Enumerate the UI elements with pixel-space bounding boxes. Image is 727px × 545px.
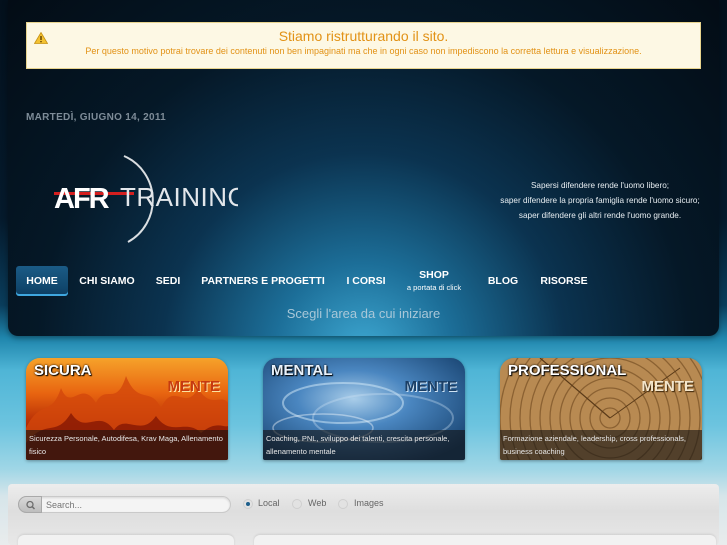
motto: Sapersi difendere rende l'uomo libero; s… (490, 178, 710, 223)
card-title: MENTAL (271, 362, 333, 379)
nav-sedi[interactable]: SEDI (150, 266, 186, 296)
nav-risorse[interactable]: RISORSE (536, 266, 592, 296)
nav-partners-progetti[interactable]: PARTNERS E PROGETTI (198, 266, 328, 296)
card-subtitle: MENTE (641, 378, 695, 395)
afr-training-logo[interactable]: AFR TRAINING (24, 146, 238, 252)
card-professional-mente[interactable]: PROFESSIONAL MENTE Formazione aziendale,… (500, 358, 702, 460)
tagline: Scegli l'area da cui iniziare (286, 306, 441, 321)
nav-i-corsi[interactable]: I CORSI (342, 266, 390, 296)
nav-chi-siamo[interactable]: CHI SIAMO (74, 266, 140, 296)
maintenance-notice: Stiamo ristrutturando il sito. Per quest… (26, 22, 701, 69)
card-description: Coaching, PNL, sviluppo dei talenti, cre… (263, 430, 465, 460)
content-panel-right (254, 535, 716, 545)
motto-line: saper difendere la propria famiglia rend… (500, 196, 700, 205)
card-description: Sicurezza Personale, Autodifesa, Krav Ma… (26, 430, 228, 460)
search-icon (26, 500, 36, 510)
card-description: Formazione aziendale, leadership, cross … (500, 430, 702, 460)
card-mental-mente[interactable]: MENTAL MENTE Coaching, PNL, sviluppo dei… (263, 358, 465, 460)
radio-images-label: Images (354, 498, 384, 508)
logo-mark: AFR (54, 183, 110, 215)
card-subtitle: MENTE (167, 378, 221, 395)
radio-local[interactable] (243, 499, 253, 509)
radio-local-label: Local (258, 498, 280, 508)
nav-shop[interactable]: SHOP a portata di click (400, 266, 468, 296)
motto-line: Sapersi difendere rende l'uomo libero; (530, 181, 670, 190)
nav-home[interactable]: HOME (16, 266, 68, 296)
nav-blog[interactable]: BLOG (484, 266, 522, 296)
notice-title: Stiamo ristrutturando il sito. (278, 28, 449, 44)
search-button[interactable] (18, 496, 42, 513)
radio-web-label: Web (308, 498, 327, 508)
notice-text: Per questo motivo potrai trovare dei con… (85, 46, 642, 56)
card-subtitle: MENTE (404, 378, 458, 395)
card-sicura-mente[interactable]: SICURA MENTE Sicurezza Personale, Autodi… (26, 358, 228, 460)
search-input[interactable] (46, 497, 226, 512)
radio-images[interactable] (338, 499, 348, 509)
content-panel-left (18, 535, 234, 545)
current-date: MARTEDÌ, GIUGNO 14, 2011 (26, 112, 167, 123)
motto-line: saper difendere gli altri rende l'uomo g… (518, 211, 682, 220)
logo-word: TRAINING (120, 182, 238, 212)
card-title: SICURA (34, 362, 92, 379)
card-title: PROFESSIONAL (508, 362, 627, 379)
radio-web[interactable] (292, 499, 302, 509)
